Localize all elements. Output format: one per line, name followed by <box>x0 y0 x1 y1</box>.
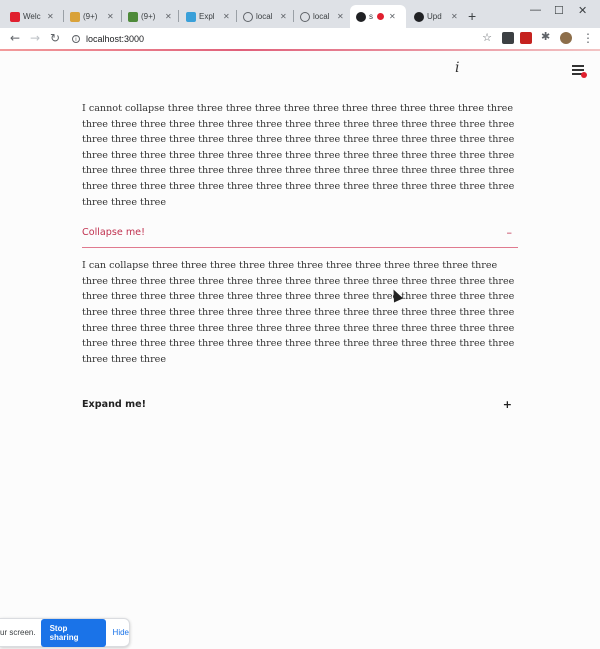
tab-2[interactable]: (9+) ✕ <box>64 5 114 28</box>
tab-strip: Welc ✕ (9+) ✕ (9+) ✕ Expl ✕ local ✕ loca… <box>0 0 600 28</box>
tab-5[interactable]: local ✕ <box>237 5 287 28</box>
site-info-icon[interactable]: i <box>72 34 80 43</box>
new-tab-button[interactable]: + <box>468 8 476 24</box>
tab-4[interactable]: Expl ✕ <box>180 5 230 28</box>
info-icon[interactable]: i <box>455 60 459 76</box>
plus-icon[interactable]: + <box>503 397 518 413</box>
url-text: localhost:3000 <box>86 33 145 44</box>
hamburger-menu-icon[interactable] <box>572 65 587 78</box>
tab-title: (9+) <box>141 12 156 21</box>
extension-red-icon[interactable] <box>520 32 532 44</box>
tab-title: Welc <box>23 12 41 21</box>
close-icon[interactable]: ✕ <box>47 12 54 21</box>
address-bar[interactable]: i localhost:3000 ☆ <box>66 30 496 47</box>
screen-share-bar: ur screen. Stop sharing Hide <box>0 618 130 647</box>
maximize-icon[interactable]: ☐ <box>554 4 564 17</box>
extension-shield-icon[interactable] <box>502 32 514 44</box>
close-icon[interactable]: ✕ <box>389 12 396 21</box>
tab-8[interactable]: Upd ✕ <box>408 5 458 28</box>
close-icon[interactable]: ✕ <box>107 12 114 21</box>
tab-favicon-icon <box>186 11 196 22</box>
close-icon[interactable]: ✕ <box>451 12 458 21</box>
window-close-icon[interactable]: ✕ <box>578 4 587 17</box>
accordion-demo: I cannot collapse three three three thre… <box>82 101 518 419</box>
tab-6[interactable]: local ✕ <box>294 5 344 28</box>
github-icon <box>414 11 424 22</box>
page-viewport: i I cannot collapse three three three th… <box>0 51 600 649</box>
hide-button[interactable]: Hide <box>113 628 129 637</box>
tab-title: Upd <box>427 12 442 21</box>
close-icon[interactable]: ✕ <box>165 12 172 21</box>
accordion-header-collapse[interactable]: Collapse me! – <box>82 218 519 249</box>
globe-icon <box>243 11 253 22</box>
accordion-header-expand[interactable]: Expand me! + <box>82 389 518 419</box>
tab-favicon-icon <box>10 11 20 22</box>
recording-icon <box>377 13 384 20</box>
intro-paragraph: I cannot collapse three three three thre… <box>82 103 515 208</box>
tab-favicon-icon <box>70 11 80 22</box>
close-icon[interactable]: ✕ <box>223 12 230 21</box>
tab-active[interactable]: s ✕ <box>350 5 406 28</box>
profile-avatar[interactable] <box>560 32 572 44</box>
tab-favicon-icon <box>128 11 138 22</box>
accordion-title: Collapse me! <box>82 226 145 238</box>
stop-sharing-button[interactable]: Stop sharing <box>40 618 106 647</box>
notification-dot <box>581 72 587 78</box>
back-icon[interactable]: ← <box>10 31 20 45</box>
minus-icon[interactable]: – <box>507 225 519 241</box>
share-message: ur screen. <box>0 628 36 637</box>
globe-icon <box>300 11 310 22</box>
close-icon[interactable]: ✕ <box>337 12 344 21</box>
tab-title: (9+) <box>83 12 98 21</box>
forward-icon[interactable]: → <box>30 31 40 45</box>
browser-window: Welc ✕ (9+) ✕ (9+) ✕ Expl ✕ local ✕ loca… <box>0 0 600 649</box>
tab-title: local <box>256 12 273 21</box>
browser-toolbar: ← → ↻ i localhost:3000 ☆ ✱ ⋮ <box>0 28 600 50</box>
accordion-title: Expand me! <box>82 398 146 410</box>
tab-title: local <box>313 12 330 21</box>
accordion-body: I can collapse three three three three t… <box>82 260 515 365</box>
close-icon[interactable]: ✕ <box>280 12 287 21</box>
browser-menu-icon[interactable]: ⋮ <box>582 31 594 45</box>
bookmark-star-icon[interactable]: ☆ <box>482 31 492 44</box>
tab-favicon-icon <box>356 11 366 22</box>
tab-3[interactable]: (9+) ✕ <box>122 5 172 28</box>
extensions-puzzle-icon[interactable]: ✱ <box>541 30 553 43</box>
reload-icon[interactable]: ↻ <box>50 31 60 45</box>
tab-title: s <box>369 12 373 21</box>
tab-1[interactable]: Welc ✕ <box>4 5 54 28</box>
minimize-icon[interactable]: — <box>530 4 541 16</box>
tab-title: Expl <box>199 12 215 21</box>
